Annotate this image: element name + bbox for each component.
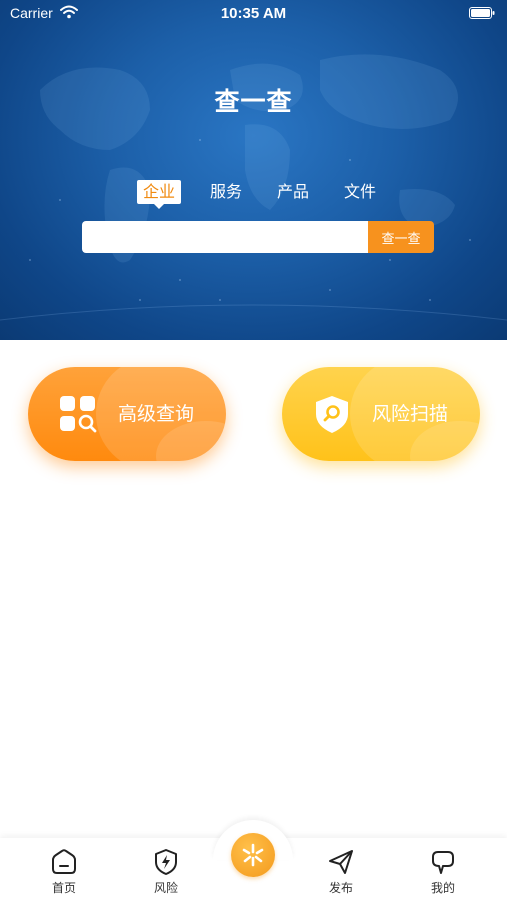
chat-bubble-icon <box>432 851 454 874</box>
shield-search-icon <box>316 396 348 433</box>
nav-risk-label: 风险 <box>153 881 178 895</box>
tab-service[interactable]: 服务 <box>204 180 248 204</box>
risk-scan-label: 风险扫描 <box>372 403 449 425</box>
advanced-search-button[interactable]: 高级查询 <box>28 367 226 461</box>
nav-publish-label: 发布 <box>328 881 353 895</box>
nav-mine-label: 我的 <box>430 881 455 895</box>
world-map-background <box>0 54 507 321</box>
nav-mine[interactable]: 我的 <box>413 848 473 900</box>
page-title: 查一查 <box>214 87 293 116</box>
search-button[interactable]: 查一查 <box>368 221 434 253</box>
hero-header: Carrier 10:35 AM 查一查 企业 服务 产品 文件 查一查 <box>0 0 507 340</box>
tab-document[interactable]: 文件 <box>338 180 382 204</box>
search-input[interactable] <box>82 221 368 253</box>
shield-lightning-icon <box>155 849 177 875</box>
grid-search-icon <box>60 396 97 433</box>
search-bar: 查一查 <box>82 221 434 253</box>
risk-scan-button[interactable]: 风险扫描 <box>282 367 480 461</box>
advanced-search-label: 高级查询 <box>118 403 195 425</box>
status-bar: Carrier 10:35 AM <box>0 0 507 28</box>
home-icon <box>52 849 76 874</box>
search-category-tabs: 企业 服务 产品 文件 <box>0 180 507 210</box>
tab-product[interactable]: 产品 <box>271 180 315 204</box>
spark-icon <box>242 843 264 867</box>
nav-publish[interactable]: 发布 <box>311 848 371 900</box>
status-time: 10:35 AM <box>220 5 287 22</box>
nav-home[interactable]: 首页 <box>34 848 94 900</box>
nav-risk[interactable]: 风险 <box>136 848 196 900</box>
battery-icon <box>469 7 495 19</box>
center-action-button[interactable] <box>231 833 275 877</box>
tab-enterprise[interactable]: 企业 <box>137 180 181 209</box>
send-icon <box>329 850 353 874</box>
nav-home-label: 首页 <box>51 881 76 895</box>
